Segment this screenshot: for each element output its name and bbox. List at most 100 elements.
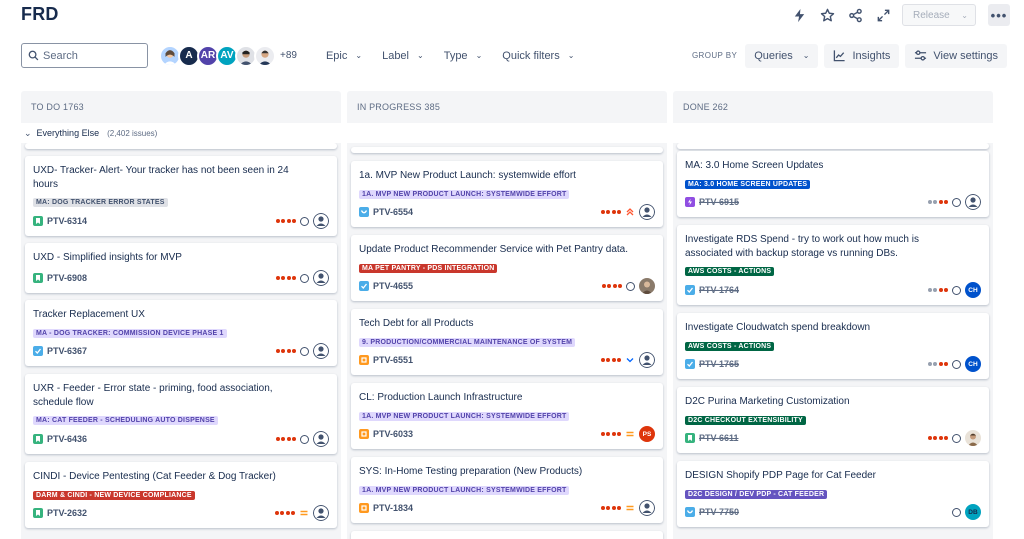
epic-lozenge[interactable]: AWS COSTS - ACTIONS xyxy=(685,267,775,276)
unassigned-avatar-icon[interactable] xyxy=(313,431,329,447)
issue-key[interactable]: PTV-1765 xyxy=(699,359,739,369)
epic-lozenge[interactable]: AWS COSTS - ACTIONS xyxy=(685,341,775,351)
issue-card[interactable]: CL: Production Launch Infrastructure 1A.… xyxy=(351,383,663,449)
filter-label-dropdown[interactable]: Label ⌄ xyxy=(372,50,434,62)
view-settings-button[interactable]: View settings xyxy=(905,43,1007,68)
search-icon xyxy=(28,50,39,61)
issue-card[interactable]: D2C Purina Marketing Customization D2C C… xyxy=(677,387,989,453)
card-title: SYS: In-Home Testing preparation (New Pr… xyxy=(359,466,583,477)
issue-card[interactable]: UXD- Tracker- Alert- Your tracker has no… xyxy=(25,156,337,236)
issue-card[interactable]: DESIGN Shopify PDP Page for Cat Feeder D… xyxy=(677,461,989,527)
header-actions: Release ⌄ ••• xyxy=(788,4,1010,26)
unassigned-avatar-icon[interactable] xyxy=(639,204,655,220)
issue-key[interactable]: PTV-6436 xyxy=(47,434,87,444)
epic-lozenge[interactable]: MA: DOG TRACKER ERROR STATES xyxy=(33,198,168,207)
issue-card[interactable]: Tech Debt for all Products 9. PRODUCTION… xyxy=(351,309,663,375)
subtask-icon xyxy=(685,507,695,517)
assignee-photo-avatar[interactable] xyxy=(965,430,981,446)
epic-lozenge[interactable]: D2C CHECKOUT EXTENSIBILITY xyxy=(685,415,806,425)
column-done: DONE 262 MA: 3.0 Home Screen Updates MA:… xyxy=(673,91,993,539)
epic-lozenge[interactable]: MA: 3.0 HOME SCREEN UPDATES xyxy=(685,179,811,189)
share-icon[interactable] xyxy=(844,4,866,26)
card-title: CINDI - Device Pentesting (Cat Feeder & … xyxy=(33,471,276,482)
filter-epic[interactable]: Epic ⌄ xyxy=(316,50,372,62)
expand-icon[interactable] xyxy=(872,4,894,26)
issue-key[interactable]: PTV-7750 xyxy=(699,507,739,517)
issue-key[interactable]: PTV-1834 xyxy=(373,503,413,513)
avatar-photo-3[interactable] xyxy=(254,44,276,67)
release-button[interactable]: Release ⌄ xyxy=(902,4,976,26)
card-meta xyxy=(275,213,329,229)
filter-type[interactable]: Type ⌄ xyxy=(434,50,493,62)
unassigned-avatar-icon[interactable] xyxy=(639,500,655,516)
issue-card[interactable]: Investigate RDS Spend - try to work out … xyxy=(677,225,989,305)
filter-quick-filters[interactable]: Quick filters ⌄ xyxy=(492,50,584,62)
issue-key[interactable]: PTV-6915 xyxy=(699,197,739,207)
card-footer: PTV-6551 xyxy=(359,351,655,369)
story-icon xyxy=(33,273,43,283)
assignee-photo-avatar[interactable] xyxy=(639,278,655,294)
epic-lozenge[interactable]: MA: CAT FEEDER - SCHEDULING AUTO DISPENS… xyxy=(33,416,218,425)
assignee-avatar-ps[interactable]: PS xyxy=(639,426,655,442)
priority-medium-icon xyxy=(625,429,635,439)
issue-card[interactable]: Investigate Cloudwatch spend breakdown A… xyxy=(677,313,989,379)
epic-lozenge[interactable]: 1A. MVP NEW PRODUCT LAUNCH: SYSTEMWIDE E… xyxy=(359,411,570,421)
assignee-avatar-ch[interactable]: CH xyxy=(965,356,981,372)
issue-key[interactable]: PTV-6367 xyxy=(47,346,87,356)
issue-key[interactable]: PTV-6611 xyxy=(699,433,739,443)
assignee-avatar-db[interactable]: DB xyxy=(965,504,981,520)
issue-key[interactable]: PTV-6033 xyxy=(373,429,413,439)
unassigned-avatar-icon[interactable] xyxy=(313,213,329,229)
lightning-icon[interactable] xyxy=(788,4,810,26)
epic-lozenge[interactable]: MA PET PANTRY - PDS INTEGRATION xyxy=(359,263,498,273)
star-icon[interactable] xyxy=(816,4,838,26)
unassigned-avatar-icon[interactable] xyxy=(639,352,655,368)
issue-card[interactable]: UXR - Feeder - Error state - priming, fo… xyxy=(25,374,337,454)
unassigned-avatar-icon[interactable] xyxy=(313,505,329,521)
epic-lozenge[interactable]: D2C DESIGN / DEV PDP - CAT FEEDER xyxy=(685,489,828,499)
assignee-avatar-ch[interactable]: CH xyxy=(965,282,981,298)
column-in-progress: IN PROGRESS 385 1a. MVP New Product Laun… xyxy=(347,91,667,539)
insights-button[interactable]: Insights xyxy=(824,43,900,68)
issue-key[interactable]: PTV-4655 xyxy=(373,281,413,291)
priority-medium-icon xyxy=(299,508,309,518)
unassigned-avatar-icon[interactable] xyxy=(965,194,981,210)
issue-card-partial[interactable] xyxy=(351,531,663,539)
card-meta: DB xyxy=(952,504,981,520)
more-avatars-count[interactable]: +89 xyxy=(280,50,297,61)
card-title: UXD- Tracker- Alert- Your tracker has no… xyxy=(33,165,289,190)
issue-card[interactable]: MA: 3.0 Home Screen Updates MA: 3.0 HOME… xyxy=(677,151,989,217)
issue-card[interactable]: UXD - Simplified insights for MVP PTV-69… xyxy=(25,243,337,293)
issue-card[interactable]: Tracker Replacement UX MA - DOG TRACKER:… xyxy=(25,300,337,366)
sliders-icon xyxy=(915,50,927,61)
unassigned-avatar-icon[interactable] xyxy=(313,343,329,359)
group-by-dropdown[interactable]: Queries ⌄ xyxy=(745,43,819,68)
issue-key[interactable]: PTV-6551 xyxy=(373,355,413,365)
search-box[interactable] xyxy=(21,43,148,68)
issue-key[interactable]: PTV-1764 xyxy=(699,285,739,295)
issue-card[interactable]: 1a. MVP New Product Launch: systemwide e… xyxy=(351,161,663,227)
filter-group: Epic ⌄ Label ⌄ Type ⌄ Quick filters ⌄ xyxy=(316,50,584,62)
chevron-down-icon[interactable]: ⌄ xyxy=(24,128,32,139)
search-input[interactable] xyxy=(43,49,133,62)
epic-lozenge[interactable]: 1A. MVP NEW PRODUCT LAUNCH: SYSTEMWIDE E… xyxy=(359,189,570,199)
issue-card[interactable]: SYS: In-Home Testing preparation (New Pr… xyxy=(351,457,663,523)
swimlane-count: (2,402 issues) xyxy=(107,128,158,138)
card-meta xyxy=(600,500,655,516)
epic-lozenge[interactable]: 1A. MVP NEW PRODUCT LAUNCH: SYSTEMWIDE E… xyxy=(359,485,570,495)
story-points-dots xyxy=(927,200,948,204)
story-points-dots xyxy=(927,288,948,292)
epic-lozenge[interactable]: DARM & CINDI - NEW DEVICE COMPLIANCE xyxy=(33,490,195,500)
status-ring-icon xyxy=(952,285,961,295)
issue-key[interactable]: PTV-6908 xyxy=(47,273,87,283)
unassigned-avatar-icon[interactable] xyxy=(313,270,329,286)
swimlane-header[interactable]: ⌄ Everything Else (2,402 issues) xyxy=(21,123,993,143)
issue-card[interactable]: Update Product Recommender Service with … xyxy=(351,235,663,301)
epic-lozenge[interactable]: 9. PRODUCTION/COMMERCIAL MAINTENANCE OF … xyxy=(359,337,576,347)
issue-key[interactable]: PTV-6314 xyxy=(47,216,87,226)
issue-key[interactable]: PTV-2632 xyxy=(47,508,87,518)
issue-key[interactable]: PTV-6554 xyxy=(373,207,413,217)
issue-card[interactable]: CINDI - Device Pentesting (Cat Feeder & … xyxy=(25,462,337,528)
epic-lozenge[interactable]: MA - DOG TRACKER: COMMISSION DEVICE PHAS… xyxy=(33,328,227,338)
more-actions-button[interactable]: ••• xyxy=(988,4,1010,26)
